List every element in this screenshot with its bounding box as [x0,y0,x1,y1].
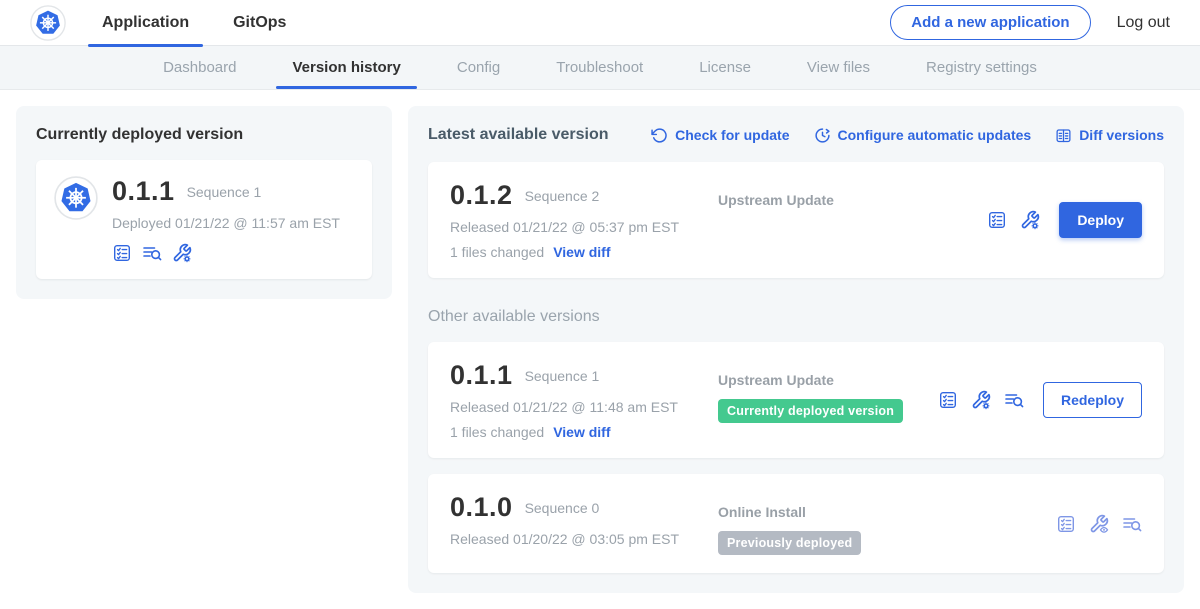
currently-deployed-panel: Currently deployed version 0.1.1 Sequenc… [16,106,392,299]
other-available-versions-title: Other available versions [428,308,1164,326]
update-schedule-icon [814,127,831,144]
preflight-checks-icon[interactable] [938,390,958,410]
configure-automatic-updates-link[interactable]: Configure automatic updates [814,127,1032,144]
latest-available-title: Latest available version [428,126,609,144]
diff-versions-link[interactable]: Diff versions [1055,127,1164,144]
version-number: 0.1.2 [450,180,513,211]
released-timestamp: Released 01/20/22 @ 03:05 pm EST [450,531,708,547]
tab-application[interactable]: Application [102,0,189,46]
kubernetes-logo [30,5,66,41]
files-changed-label: 1 files changed [450,244,544,260]
check-for-update-link[interactable]: Check for update [651,127,789,144]
released-timestamp: Released 01/21/22 @ 05:37 pm EST [450,219,708,235]
subtab-license[interactable]: License [671,46,779,89]
preflight-checks-icon[interactable] [1056,514,1076,534]
deployed-sequence-label: Sequence 1 [187,184,262,200]
version-row-0-1-0: 0.1.0 Sequence 0 Released 01/20/22 @ 03:… [428,474,1164,573]
redeploy-button[interactable]: Redeploy [1043,382,1142,418]
app-kubernetes-logo [54,176,98,225]
deployed-timestamp: Deployed 01/21/22 @ 11:57 am EST [112,215,340,231]
config-icon[interactable] [172,243,192,263]
version-number: 0.1.1 [450,360,513,391]
released-timestamp: Released 01/21/22 @ 11:48 am EST [450,399,708,415]
previously-deployed-badge: Previously deployed [718,531,861,555]
sequence-label: Sequence 1 [525,368,600,384]
subtab-dashboard[interactable]: Dashboard [135,46,264,89]
view-diff-link[interactable]: View diff [553,424,610,440]
tab-application-label: Application [102,14,189,32]
version-row-0-1-2: 0.1.2 Sequence 2 Released 01/21/22 @ 05:… [428,162,1164,278]
release-notes-icon[interactable] [142,243,162,263]
sequence-label: Sequence 0 [525,500,600,516]
tab-gitops[interactable]: GitOps [233,0,286,46]
version-row-0-1-1: 0.1.1 Sequence 1 Released 01/21/22 @ 11:… [428,342,1164,458]
version-number: 0.1.0 [450,492,513,523]
subtab-config[interactable]: Config [429,46,528,89]
version-source-label: Upstream Update [718,192,987,208]
config-icon[interactable] [971,390,991,410]
refresh-icon [651,127,668,144]
subtab-registry-settings[interactable]: Registry settings [898,46,1065,89]
application-subnav: Dashboard Version history Config Trouble… [0,46,1200,90]
logout-link[interactable]: Log out [1117,14,1170,32]
add-application-button[interactable]: Add a new application [890,5,1090,40]
deploy-button[interactable]: Deploy [1059,202,1142,238]
view-diff-link[interactable]: View diff [553,244,610,260]
release-notes-icon[interactable] [1122,514,1142,534]
view-config-icon[interactable] [1089,514,1109,534]
preflight-checks-icon[interactable] [112,243,132,263]
available-versions-panel: Latest available version Check for updat… [408,106,1184,593]
currently-deployed-badge: Currently deployed version [718,399,903,423]
top-navigation-bar: Application GitOps Add a new application… [0,0,1200,46]
tab-gitops-label: GitOps [233,14,286,32]
config-icon[interactable] [1020,210,1040,230]
sequence-label: Sequence 2 [525,188,600,204]
subtab-version-history[interactable]: Version history [264,46,428,89]
subtab-view-files[interactable]: View files [779,46,898,89]
currently-deployed-title: Currently deployed version [36,126,372,144]
subtab-troubleshoot[interactable]: Troubleshoot [528,46,671,89]
diff-icon [1055,127,1072,144]
deployed-version-card: 0.1.1 Sequence 1 Deployed 01/21/22 @ 11:… [36,160,372,279]
version-source-label: Upstream Update [718,372,938,388]
main-content: Currently deployed version 0.1.1 Sequenc… [0,90,1200,609]
version-source-label: Online Install [718,504,1056,520]
deployed-version-number: 0.1.1 [112,176,175,207]
preflight-checks-icon[interactable] [987,210,1007,230]
files-changed-label: 1 files changed [450,424,544,440]
release-notes-icon[interactable] [1004,390,1024,410]
